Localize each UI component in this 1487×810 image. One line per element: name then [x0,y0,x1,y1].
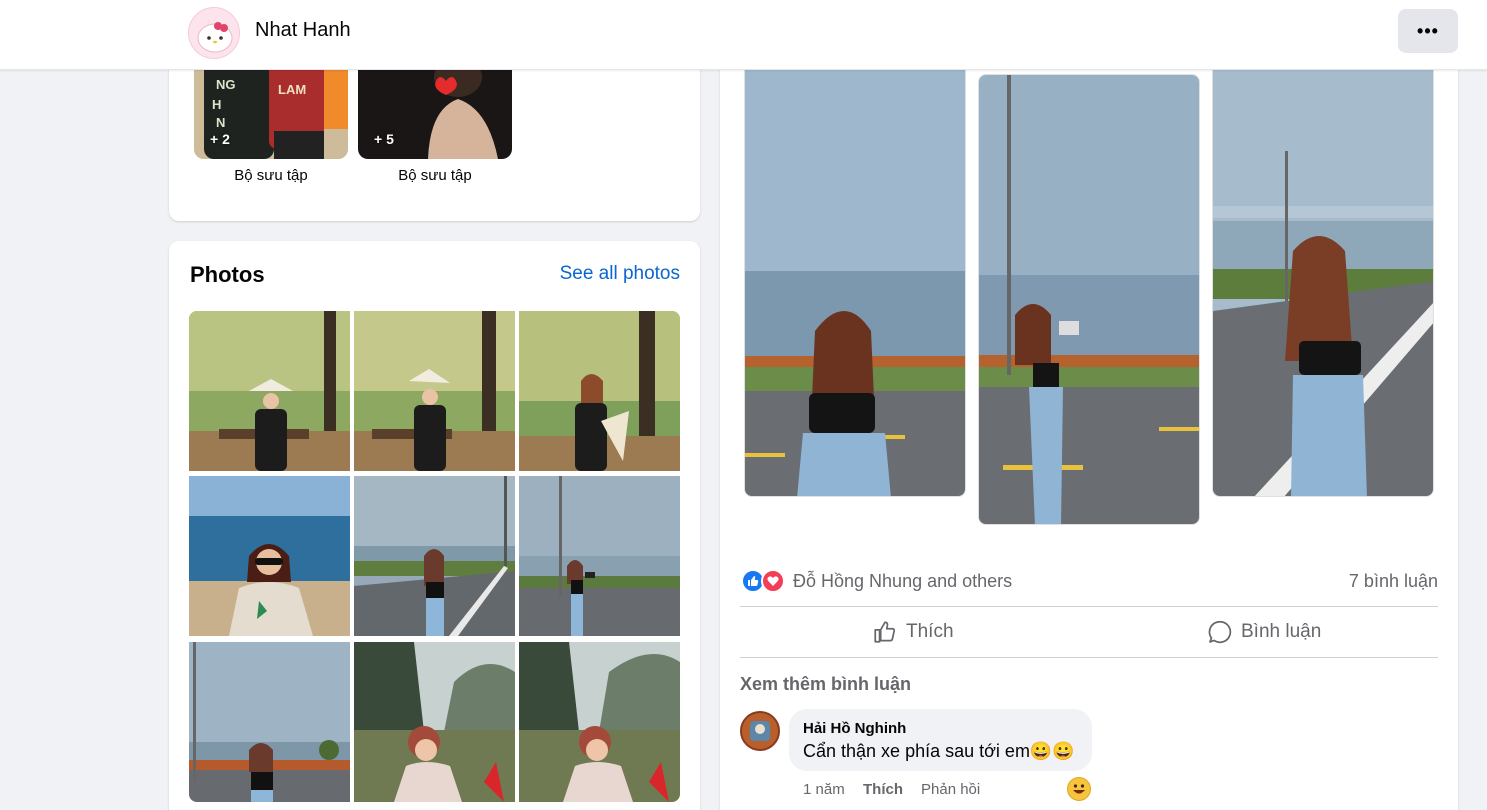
collection-thumbnail[interactable]: NG H N LAM + 2 [194,69,348,159]
photos-card: Photos See all photos [169,241,700,810]
comment-time[interactable]: 1 năm [803,781,845,798]
commenter-avatar[interactable] [740,711,780,751]
photo-thumbnail[interactable] [189,642,350,802]
profile-name[interactable]: Nhat Hanh [255,19,351,42]
collection-thumbnail[interactable]: + 5 [358,69,512,159]
comment-button-label: Bình luận [1241,621,1322,642]
reactions-summary[interactable]: Đỗ Hồng Nhung and others 7 bình luận [741,568,1438,594]
comment-text: Cẩn thận xe phía sau tới em😀😀 [803,741,1075,761]
reactors-names[interactable]: Đỗ Hồng Nhung and others [793,571,1012,592]
collection-count-badge: + 5 [374,131,394,147]
see-all-photos-link[interactable]: See all photos [560,263,680,285]
photo-thumbnail[interactable] [189,311,350,471]
comment-author[interactable]: Hải Hồ Nghinh [803,720,906,737]
more-options-button[interactable]: ••• [1398,9,1458,53]
post-photo[interactable] [978,74,1200,525]
comment-button[interactable]: Bình luận [1207,612,1321,652]
comment-bubble: Hải Hồ Nghinh Cẩn thận xe phía sau tới e… [789,709,1092,771]
svg-text:NG: NG [216,77,236,92]
photo-thumbnail[interactable] [519,311,680,471]
divider [740,657,1438,658]
grinning-face-reaction-icon[interactable] [1067,777,1091,801]
comment-bubble-icon [1208,620,1232,644]
comment-like-button[interactable]: Thích [863,781,903,798]
photo-thumbnail[interactable] [519,476,680,636]
profile-avatar[interactable] [188,7,240,59]
divider [740,606,1438,607]
collection-count-badge: + 2 [210,131,230,147]
collection-label[interactable]: Bộ sưu tập [194,167,348,184]
like-button-label: Thích [906,621,954,642]
photo-thumbnail[interactable] [354,476,515,636]
reaction-icons [741,568,789,594]
photo-thumbnail[interactable] [519,642,680,802]
photo-thumbnail[interactable] [189,476,350,636]
love-reaction-icon [761,569,785,593]
comment-count[interactable]: 7 bình luận [1349,571,1438,592]
post-photo[interactable] [1212,40,1434,497]
photo-thumbnail[interactable] [354,642,515,802]
collection-label[interactable]: Bộ sưu tập [358,167,512,184]
photos-title: Photos [190,262,265,287]
like-button[interactable]: Thích [872,612,954,652]
thumbs-up-icon [874,621,896,643]
comment-reply-button[interactable]: Phản hồi [921,781,980,798]
view-more-comments-link[interactable]: Xem thêm bình luận [740,674,911,695]
post-photo[interactable] [744,40,966,497]
svg-text:H: H [212,97,221,112]
svg-text:LAM: LAM [278,82,306,97]
svg-text:N: N [216,115,225,130]
photo-thumbnail[interactable] [354,311,515,471]
profile-header: Nhat Hanh ••• [0,0,1487,70]
